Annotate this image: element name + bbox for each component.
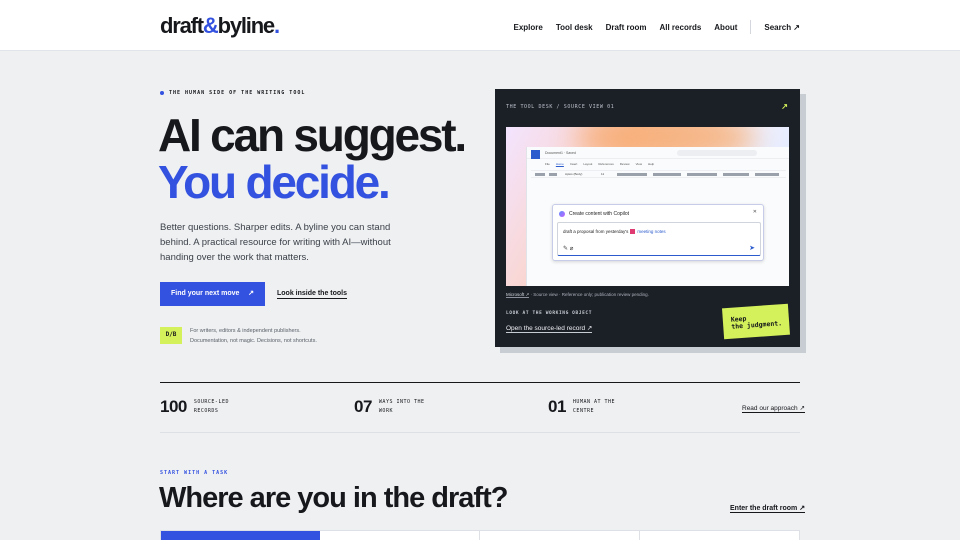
attach-icon: ✎ ⌀ (563, 246, 574, 252)
ribbon-tab: Layout (583, 162, 593, 166)
task-tile[interactable] (480, 531, 640, 540)
ribbon-tool (687, 173, 717, 176)
word-ribbon: Aptos (Body) 11 (531, 170, 786, 178)
ribbon-tool (723, 173, 749, 176)
keep-judgment-sticker: Keep the judgment. (721, 303, 791, 340)
nav-tool-desk[interactable]: Tool desk (556, 23, 593, 32)
copilot-dialog: Create content with Copilot ✕ draft a pr… (552, 204, 764, 261)
section-eyebrow: START WITH A TASK (160, 470, 229, 476)
site-logo[interactable]: draft&byline. (160, 13, 280, 39)
ribbon-tool (617, 173, 647, 176)
stat-label: HUMAN AT THE CENTRE (572, 399, 616, 414)
ribbon-tab: Insert (569, 162, 578, 166)
logo-part-byline: byline (217, 13, 276, 38)
word-app-icon (531, 150, 540, 159)
logo-part-draft: draft (160, 13, 204, 38)
arrow-up-right-icon: ↗ (248, 290, 254, 297)
stats-bottom-rule (160, 432, 800, 433)
logo-dot: . (273, 13, 280, 38)
ribbon-font: Aptos (Body) (565, 172, 583, 176)
stats-top-rule (160, 382, 800, 383)
ribbon-font-size: 11 (601, 172, 605, 176)
file-icon (630, 229, 636, 235)
word-search-box (677, 150, 757, 156)
hero-eyebrow-text: THE HUMAN SIDE OF THE WRITING TOOL (169, 90, 306, 96)
enter-draft-room-link[interactable]: Enter the draft room ↗ (730, 504, 806, 513)
screenshot-caption: Microsoft ↗ · Source view · Reference on… (506, 292, 649, 298)
nav-about[interactable]: About (714, 23, 737, 32)
ribbon-tab: File (545, 162, 550, 166)
stat-number: 100 (160, 397, 187, 416)
hero-eyebrow: THE HUMAN SIDE OF THE WRITING TOOL (160, 90, 305, 96)
nav-explore[interactable]: Explore (514, 23, 543, 32)
ribbon-tab: View (635, 162, 643, 166)
nav-draft-room[interactable]: Draft room (606, 23, 647, 32)
word-titlebar: Document1 · Saved (527, 147, 789, 159)
cta-label: Find your next move (171, 290, 240, 297)
prompt-text: draft a proposal from yesterday's (563, 229, 629, 234)
ribbon-tab: Review (619, 162, 630, 166)
audience-note-line1: For writers, editors & independent publi… (190, 328, 301, 334)
site-header: draft&byline. Explore Tool desk Draft ro… (0, 0, 960, 51)
ribbon-tool (755, 173, 779, 176)
nav-divider (750, 20, 752, 34)
task-tile[interactable] (320, 531, 480, 540)
doc-title: Document1 · Saved (545, 151, 576, 155)
audience-note: For writers, editors & independent publi… (190, 327, 317, 346)
section-title: Where are you in the draft? (159, 482, 508, 514)
caption-text: · Source view · Reference only; publicat… (529, 292, 649, 297)
word-window: Document1 · Saved File Home Insert Layou… (526, 147, 789, 286)
tool-desk-card: THE TOOL DESK / SOURCE VIEW 01 ↗ Documen… (495, 89, 800, 347)
hero-title: AI can suggest. You decide. (158, 109, 467, 208)
ribbon-tool (549, 173, 557, 176)
task-tiles (160, 530, 800, 540)
stat-ways: 07 WAYS INTO THE WORK (354, 397, 439, 417)
hero-title-line1: AI can suggest. (158, 109, 467, 161)
copilot-prompt-field: draft a proposal from yesterday's meeting… (557, 222, 761, 256)
search-link[interactable]: Search ↗ (764, 23, 800, 32)
ribbon-tool (535, 173, 545, 176)
hero-lede: Better questions. Sharper edits. A bylin… (160, 222, 391, 263)
look-inside-tools-link[interactable]: Look inside the tools (277, 290, 348, 299)
ribbon-tab: Help (648, 162, 655, 166)
stat-human: 01 HUMAN AT THE CENTRE (548, 397, 633, 417)
audience-note-line2: Documentation, not magic. Decisions, not… (190, 337, 317, 344)
main-nav: Explore Tool desk Draft room All records… (501, 20, 800, 34)
open-record-link[interactable]: Open the source-led record ↗ (506, 324, 593, 333)
caption-source-link[interactable]: Microsoft ↗ (506, 292, 530, 298)
prompt-reference: meeting notes (637, 229, 666, 234)
read-approach-link[interactable]: Read our approach ↗ (742, 404, 805, 413)
copilot-dialog-title: Create content with Copilot (569, 211, 630, 217)
ribbon-tool (653, 173, 681, 176)
stat-records: 100 SOURCE-LED RECORDS (160, 397, 254, 417)
card-label: THE TOOL DESK / SOURCE VIEW 01 (506, 104, 615, 110)
sticker-line2: the judgment. (731, 319, 783, 331)
stat-label: SOURCE-LED RECORDS (193, 399, 229, 414)
logo-ampersand: & (202, 13, 219, 38)
word-copilot-screenshot: Document1 · Saved File Home Insert Layou… (506, 127, 789, 286)
stat-number: 01 (548, 397, 566, 416)
stat-number: 07 (354, 397, 372, 416)
hero-title-line2: You decide. (158, 156, 391, 208)
nav-all-records[interactable]: All records (659, 23, 701, 32)
find-next-move-button[interactable]: Find your next move ↗ (160, 282, 265, 306)
word-ribbon-tabs: File Home Insert Layout References Revie… (545, 162, 660, 166)
task-tile[interactable] (640, 531, 799, 540)
db-badge: D/B (160, 327, 182, 344)
look-label: LOOK AT THE WORKING OBJECT (506, 311, 593, 316)
card-arrow-icon[interactable]: ↗ (781, 102, 788, 111)
copilot-icon (559, 211, 565, 217)
eyebrow-dot-icon (160, 91, 164, 95)
send-icon: ➤ (749, 245, 755, 252)
task-tile-active[interactable] (161, 531, 320, 540)
stat-label: WAYS INTO THE WORK (378, 399, 425, 414)
close-icon: ✕ (752, 209, 757, 215)
ribbon-tab: Home (555, 162, 564, 166)
ribbon-tab: References (598, 162, 614, 166)
copilot-prompt: draft a proposal from yesterday's meeting… (563, 229, 666, 235)
